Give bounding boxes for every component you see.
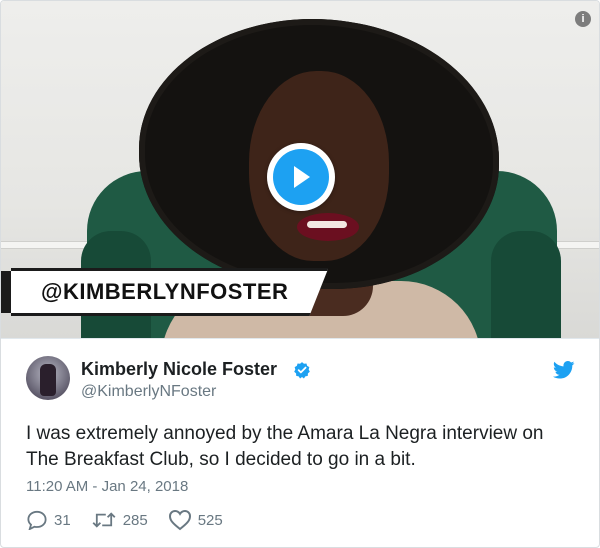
retweet-count: 285 bbox=[122, 511, 148, 529]
tweet-body: Kimberly Nicole Foster @KimberlyNFoster … bbox=[1, 338, 599, 547]
heart-icon bbox=[168, 509, 191, 531]
teeth bbox=[307, 221, 347, 228]
like-button[interactable]: 525 bbox=[168, 509, 223, 531]
avatar[interactable] bbox=[26, 356, 70, 400]
tweet-card: @KIMBERLYNFOSTER i Kimberly Nicole Foste… bbox=[0, 0, 600, 548]
reply-count: 31 bbox=[54, 511, 71, 529]
author-name[interactable]: Kimberly Nicole Foster bbox=[81, 359, 277, 380]
author-handle[interactable]: @KimberlyNFoster bbox=[81, 383, 216, 401]
twitter-bird-icon[interactable] bbox=[553, 361, 575, 379]
play-icon bbox=[294, 166, 310, 188]
retweet-button[interactable]: 285 bbox=[91, 511, 148, 529]
chair-arm-right bbox=[491, 231, 561, 338]
play-button[interactable] bbox=[267, 143, 335, 211]
tweet-actions: 31 285 525 bbox=[26, 509, 223, 531]
avatar-figure bbox=[40, 364, 56, 396]
tweet-text: I was extremely annoyed by the Amara La … bbox=[26, 423, 544, 470]
like-count: 525 bbox=[197, 511, 223, 529]
verified-badge-icon bbox=[294, 362, 310, 379]
info-icon[interactable]: i bbox=[575, 11, 591, 27]
reply-icon bbox=[27, 510, 47, 530]
retweet-icon bbox=[92, 512, 116, 528]
video-thumbnail[interactable]: @KIMBERLYNFOSTER i bbox=[1, 1, 599, 338]
video-handle-overlay: @KIMBERLYNFOSTER bbox=[11, 268, 329, 316]
tweet-timestamp[interactable]: 11:20 AM - Jan 24, 2018 bbox=[26, 478, 188, 495]
reply-button[interactable]: 31 bbox=[26, 510, 71, 530]
